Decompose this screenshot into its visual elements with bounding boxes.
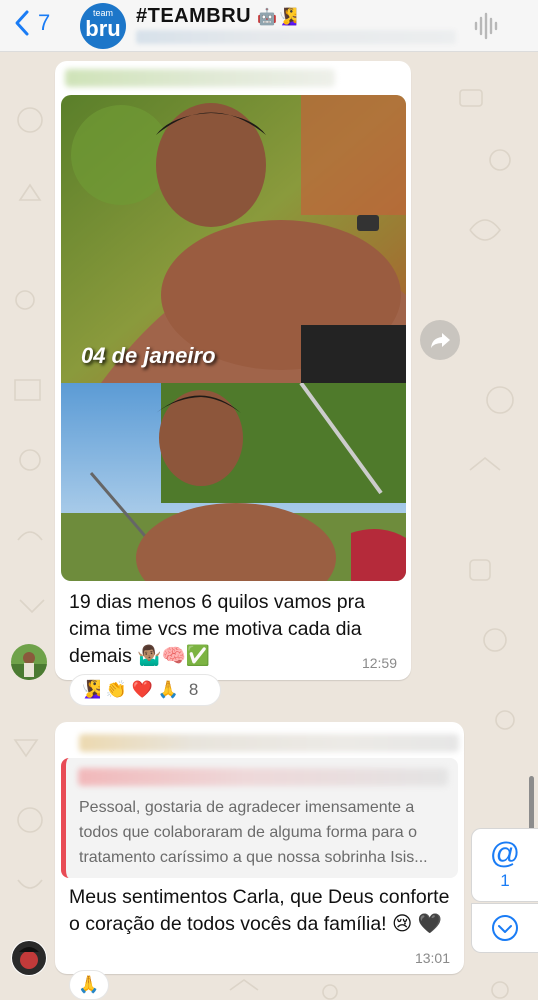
chat-header: 7 team bru #TEAMBRU 🤖🧏‍♀️ xyxy=(0,0,538,52)
photo-before[interactable]: 04 de janeiro xyxy=(61,95,406,383)
mention-count: 1 xyxy=(500,871,510,890)
reactions-bar[interactable]: 🧏‍♀️ 👏 ❤️ 🙏 8 xyxy=(69,674,221,706)
scroll-down-button[interactable] xyxy=(471,903,538,953)
sender-name-blurred xyxy=(65,69,335,87)
chevron-down-circle-icon xyxy=(492,915,518,941)
group-avatar[interactable]: team bru xyxy=(80,3,126,49)
group-avatar-big-text: bru xyxy=(85,16,121,41)
group-name: #TEAMBRU xyxy=(136,5,252,27)
group-members-blurred xyxy=(136,30,456,44)
sender-avatar[interactable] xyxy=(11,644,47,680)
unread-count: 7 xyxy=(38,10,51,35)
message-text: Meus sentimentos Carla, que Deus confort… xyxy=(69,886,450,935)
scroll-indicator[interactable] xyxy=(529,776,534,836)
quoted-author-blurred xyxy=(78,768,448,786)
at-icon: @ xyxy=(489,837,521,870)
audio-wave-icon[interactable] xyxy=(472,12,500,40)
photo-date-caption: 04 de janeiro xyxy=(81,343,216,368)
photo-after[interactable] xyxy=(61,383,406,581)
reaction-count: 8 xyxy=(188,680,199,699)
reaction-emojis: 🧏‍♀️ 👏 ❤️ 🙏 xyxy=(80,680,179,699)
forward-button[interactable] xyxy=(420,320,460,360)
message-bubble-reply[interactable]: Pessoal, gostaria de agradecer imensamen… xyxy=(55,722,464,974)
reaction-emojis: 🙏 xyxy=(78,975,100,994)
message-time: 13:01 xyxy=(414,950,450,966)
reactions-bar[interactable]: 🙏 xyxy=(69,970,109,1000)
message-text: 19 dias menos 6 quilos vamos pra cima ti… xyxy=(69,591,365,667)
quoted-text: Pessoal, gostaria de agradecer imensamen… xyxy=(79,799,428,866)
message-bubble-photo[interactable]: 04 de janeiro 19 dias menos 6 quilos vam… xyxy=(55,61,411,680)
quoted-message[interactable]: Pessoal, gostaria de agradecer imensamen… xyxy=(61,758,458,878)
group-title[interactable]: #TEAMBRU 🤖🧏‍♀️ xyxy=(136,5,298,28)
back-button[interactable]: 7 xyxy=(12,8,50,38)
message-time: 12:59 xyxy=(361,655,397,671)
sender-avatar[interactable] xyxy=(11,940,47,976)
forward-icon xyxy=(431,333,450,348)
mention-jump-button[interactable]: @ 1 xyxy=(471,828,538,902)
sender-name-blurred xyxy=(79,734,459,752)
group-title-emojis: 🤖🧏‍♀️ xyxy=(257,9,299,26)
chevron-left-icon xyxy=(15,10,29,36)
